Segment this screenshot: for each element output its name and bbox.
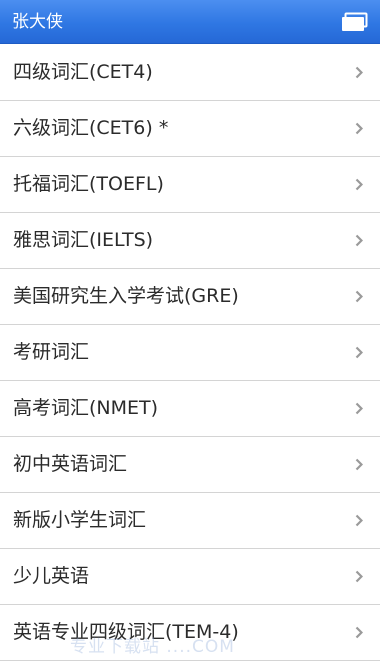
windows-icon bbox=[342, 12, 368, 31]
chevron-right-icon bbox=[355, 402, 363, 415]
list-item[interactable]: 六级词汇(CET6) * bbox=[0, 101, 380, 157]
chevron-right-icon bbox=[355, 570, 363, 583]
list-item[interactable]: 英语专业四级词汇(TEM-4) bbox=[0, 605, 380, 661]
list-item-label: 新版小学生词汇 bbox=[13, 509, 147, 531]
list-item-label: 雅思词汇(IELTS) bbox=[13, 229, 154, 251]
chevron-right-icon bbox=[355, 290, 363, 303]
list-item-label: 考研词汇 bbox=[13, 341, 90, 363]
chevron-right-icon bbox=[355, 234, 363, 247]
list-item[interactable]: 考研词汇 bbox=[0, 325, 380, 381]
list-item-label: 四级词汇(CET4) bbox=[13, 61, 153, 83]
list-item[interactable]: 托福词汇(TOEFL) bbox=[0, 157, 380, 213]
list-item-label: 托福词汇(TOEFL) bbox=[13, 173, 164, 195]
list-item[interactable]: 高考词汇(NMET) bbox=[0, 381, 380, 437]
title-bar: 张大侠 bbox=[0, 0, 380, 44]
list-item[interactable]: 四级词汇(CET4) bbox=[0, 45, 380, 101]
list-item-label: 六级词汇(CET6) * bbox=[13, 117, 169, 139]
chevron-right-icon bbox=[355, 178, 363, 191]
list-item-label: 高考词汇(NMET) bbox=[13, 397, 159, 419]
app-title: 张大侠 bbox=[12, 12, 63, 32]
chevron-right-icon bbox=[355, 346, 363, 359]
list-item[interactable]: 新版小学生词汇 bbox=[0, 493, 380, 549]
chevron-right-icon bbox=[355, 122, 363, 135]
chevron-right-icon bbox=[355, 66, 363, 79]
chevron-right-icon bbox=[355, 458, 363, 471]
list-item[interactable]: 雅思词汇(IELTS) bbox=[0, 213, 380, 269]
chevron-right-icon bbox=[355, 514, 363, 527]
list-item-label: 少儿英语 bbox=[13, 565, 90, 587]
windows-button[interactable] bbox=[341, 12, 369, 32]
vocabulary-list: 四级词汇(CET4) 六级词汇(CET6) * 托福词汇(TOEFL) 雅思词汇… bbox=[0, 45, 380, 666]
list-item-label: 美国研究生入学考试(GRE) bbox=[13, 285, 239, 307]
list-item[interactable]: 美国研究生入学考试(GRE) bbox=[0, 269, 380, 325]
chevron-right-icon bbox=[355, 626, 363, 639]
list-item[interactable]: 少儿英语 bbox=[0, 549, 380, 605]
list-item-label: 初中英语词汇 bbox=[13, 453, 128, 475]
list-item-label: 英语专业四级词汇(TEM-4) bbox=[13, 621, 239, 643]
list-item[interactable]: 初中英语词汇 bbox=[0, 437, 380, 493]
